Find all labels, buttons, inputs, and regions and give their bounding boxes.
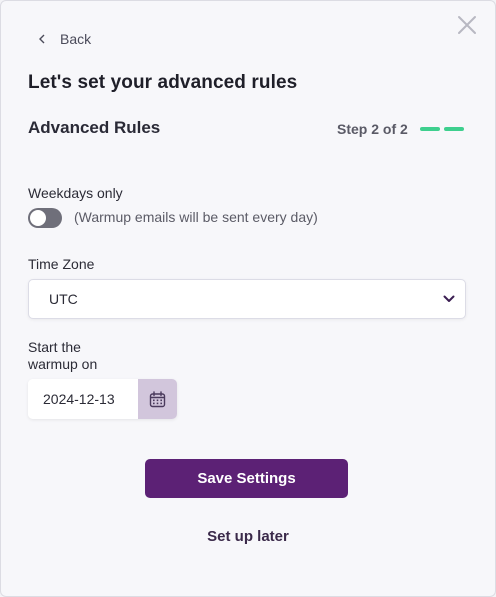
back-label: Back xyxy=(60,31,92,47)
start-date-label-line-2: warmup on xyxy=(28,356,98,372)
toggle-knob xyxy=(30,210,46,226)
start-date-label-line-1: Start the xyxy=(28,339,81,355)
weekdays-description: (Warmup emails will be sent every day) xyxy=(74,209,318,225)
weekdays-label: Weekdays only xyxy=(28,185,123,201)
save-settings-button[interactable]: Save Settings xyxy=(145,459,348,498)
weekdays-toggle[interactable] xyxy=(28,208,62,228)
timezone-label: Time Zone xyxy=(28,256,95,272)
section-title: Advanced Rules xyxy=(28,118,161,137)
advanced-rules-dialog: Back Let's set your advanced rules Advan… xyxy=(0,0,496,597)
back-link[interactable]: Back xyxy=(38,30,91,48)
close-icon[interactable] xyxy=(455,13,479,37)
page-title: Let's set your advanced rules xyxy=(28,72,298,93)
chevron-left-icon xyxy=(39,34,45,44)
calendar-icon xyxy=(149,390,166,407)
step-indicator-text: Step 2 of 2 xyxy=(337,121,408,137)
step-progress xyxy=(420,127,464,131)
timezone-select[interactable]: UTC xyxy=(28,279,466,319)
start-date-field xyxy=(28,379,177,419)
step-bar-1 xyxy=(420,127,440,131)
timezone-value: UTC xyxy=(49,291,78,307)
step-bar-2 xyxy=(444,127,464,131)
chevron-down-icon xyxy=(443,295,455,302)
start-date-label: Start the warmup on xyxy=(28,339,97,373)
calendar-button[interactable] xyxy=(138,379,177,419)
set-up-later-link[interactable]: Set up later xyxy=(1,528,495,545)
start-date-input[interactable] xyxy=(28,379,138,419)
